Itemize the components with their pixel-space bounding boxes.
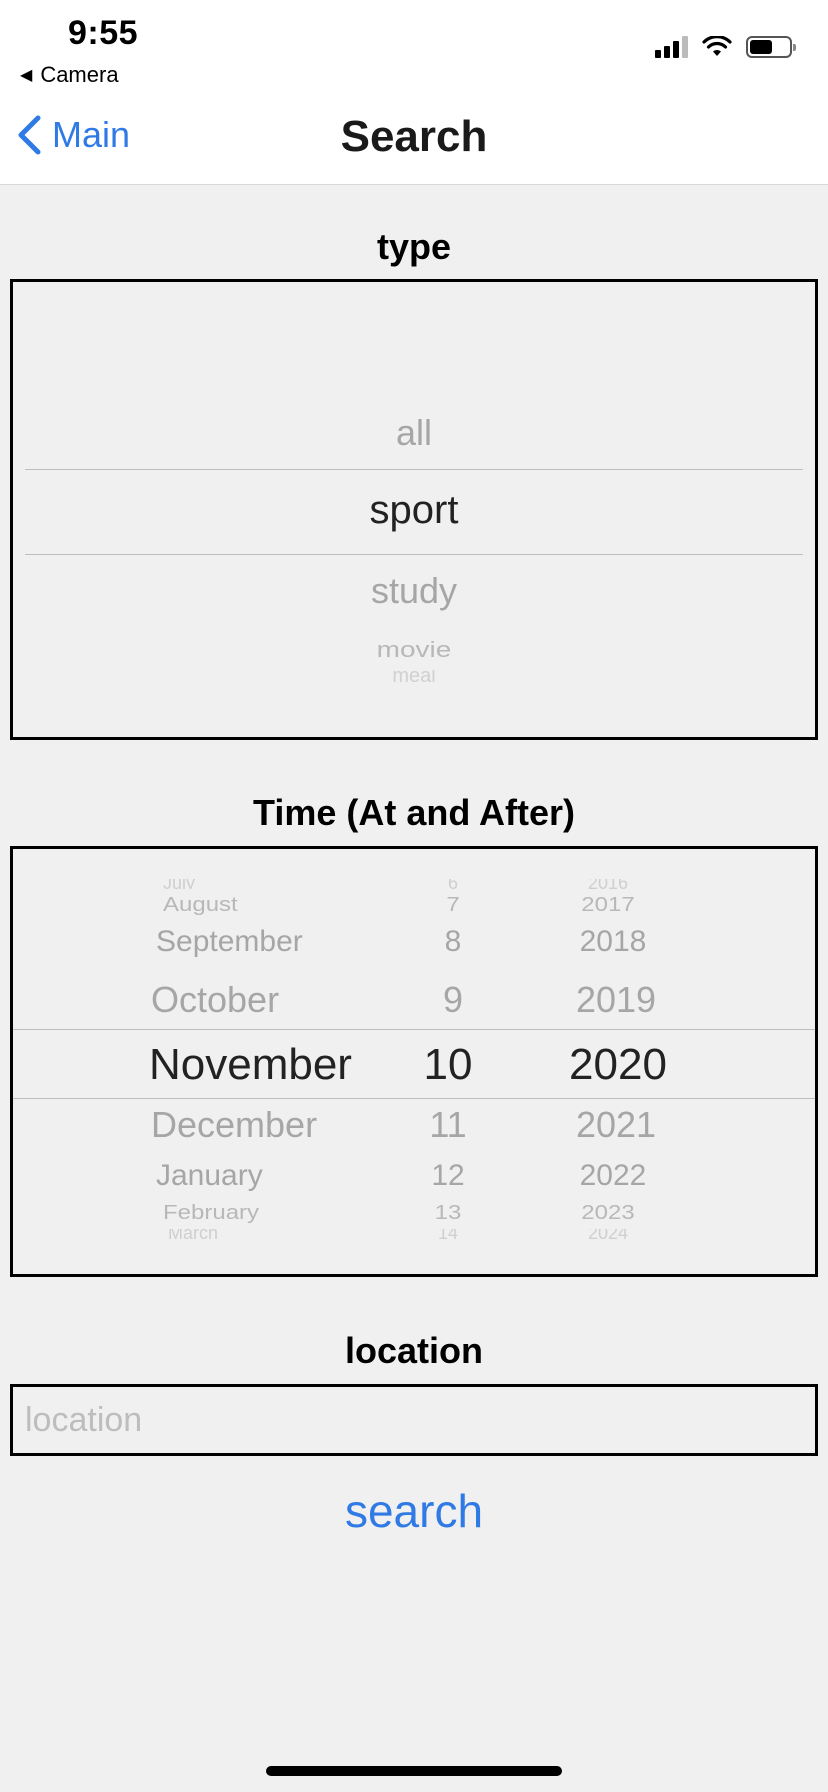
date-picker[interactable]: July August September October November D… xyxy=(10,846,818,1277)
status-bar: 9:55 ◀ Camera xyxy=(0,0,828,92)
year-option[interactable]: 2019 xyxy=(561,979,671,1021)
status-icons xyxy=(655,36,796,58)
battery-icon xyxy=(746,36,796,58)
navigation-bar: Main Search xyxy=(0,92,828,185)
page-title: Search xyxy=(340,112,488,161)
day-option[interactable]: 8 xyxy=(413,925,493,959)
location-label: location xyxy=(344,1330,483,1371)
year-option[interactable]: 2017 xyxy=(553,893,663,917)
month-option[interactable]: July xyxy=(163,879,195,889)
back-triangle-icon: ◀ xyxy=(20,67,33,84)
type-option[interactable]: all xyxy=(13,412,815,454)
month-option-selected[interactable]: November xyxy=(149,1040,352,1090)
day-option[interactable]: 11 xyxy=(408,1104,488,1146)
type-option[interactable]: study xyxy=(13,570,815,612)
year-option-selected[interactable]: 2020 xyxy=(553,1040,683,1090)
type-label: type xyxy=(376,226,452,267)
month-option[interactable]: October xyxy=(151,979,279,1021)
back-to-app-link[interactable]: ◀ Camera xyxy=(20,62,119,88)
type-option[interactable]: meal xyxy=(13,670,815,682)
back-app-label: Camera xyxy=(40,62,119,87)
day-option[interactable]: 14 xyxy=(408,1229,488,1239)
day-option-selected[interactable]: 10 xyxy=(403,1040,493,1090)
status-time: 9:55 xyxy=(68,14,139,52)
day-option[interactable]: 7 xyxy=(413,893,493,917)
type-option-selected[interactable]: sport xyxy=(13,488,815,533)
home-indicator[interactable] xyxy=(266,1766,562,1776)
year-option[interactable]: 2016 xyxy=(553,879,663,889)
year-option[interactable]: 2024 xyxy=(553,1229,663,1239)
wifi-icon xyxy=(702,36,732,56)
day-option[interactable]: 12 xyxy=(408,1159,488,1193)
day-option[interactable]: 6 xyxy=(413,879,493,889)
month-option[interactable]: March xyxy=(168,1229,218,1239)
search-button[interactable]: search xyxy=(0,1484,828,1538)
month-option[interactable]: December xyxy=(151,1104,317,1146)
month-option[interactable]: February xyxy=(163,1201,259,1225)
year-option[interactable]: 2021 xyxy=(561,1104,671,1146)
day-option[interactable]: 9 xyxy=(413,979,493,1021)
type-option[interactable]: movie xyxy=(13,637,815,663)
month-option[interactable]: September xyxy=(156,925,303,959)
type-picker[interactable]: all sport study movie meal xyxy=(10,279,818,740)
month-option[interactable]: August xyxy=(163,893,238,917)
location-input[interactable] xyxy=(10,1384,818,1456)
year-option[interactable]: 2018 xyxy=(558,925,668,959)
time-label: Time (At and After) xyxy=(252,792,575,833)
day-option[interactable]: 13 xyxy=(408,1201,488,1225)
month-option[interactable]: January xyxy=(156,1159,263,1193)
year-option[interactable]: 2022 xyxy=(558,1159,668,1193)
year-option[interactable]: 2023 xyxy=(553,1201,663,1225)
cellular-signal-icon xyxy=(655,36,688,58)
